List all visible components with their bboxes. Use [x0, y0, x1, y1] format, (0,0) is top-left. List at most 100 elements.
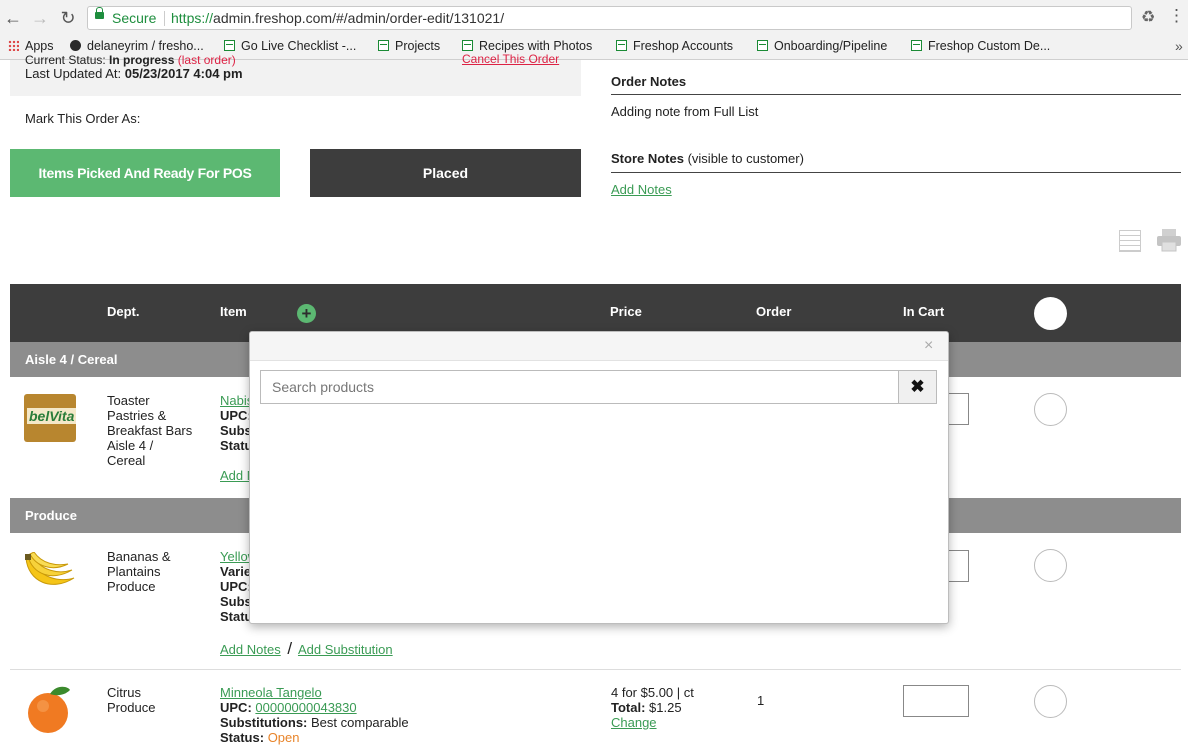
spreadsheet-icon	[616, 40, 627, 51]
apps-grid-icon	[8, 40, 19, 51]
back-arrow-icon[interactable]: ←	[3, 8, 23, 28]
total-label: Total:	[611, 700, 646, 715]
address-bar[interactable]: Secure https://admin.freshop.com/#/admin…	[87, 6, 1132, 30]
url-path: admin.freshop.com/#/admin/order-edit/131…	[213, 10, 505, 26]
bookmark-label: Freshop Accounts	[633, 39, 734, 53]
modal-header: ×	[250, 332, 948, 361]
print-icon[interactable]	[1156, 228, 1182, 252]
bookmark-label: delaneyrim / fresho...	[87, 39, 204, 53]
last-updated: Last Updated At: 05/23/2017 4:04 pm	[25, 66, 243, 81]
in-cart-input[interactable]	[903, 685, 969, 717]
clear-search-icon[interactable]: ✖	[898, 370, 937, 404]
order-qty: 1	[757, 693, 765, 708]
forward-arrow-icon[interactable]: →	[30, 8, 50, 28]
add-store-notes-link[interactable]: Add Notes	[611, 182, 672, 197]
subs-label: Substitutions:	[220, 715, 308, 730]
list-view-icon[interactable]	[1119, 230, 1141, 252]
dept-line: Plantains	[107, 564, 161, 579]
browser-toolbar: ← → ↻ Secure https://admin.freshop.com/#…	[0, 0, 1188, 37]
dept-line: Bananas &	[107, 549, 171, 564]
row-dept: Bananas & Plantains Produce	[107, 549, 171, 594]
bookmarks-overflow-icon[interactable]: »	[1175, 38, 1183, 54]
spreadsheet-icon	[911, 40, 922, 51]
placed-button[interactable]: Placed	[310, 149, 581, 197]
group-title: Aisle 4 / Cereal	[25, 352, 118, 367]
bookmark-label: Apps	[25, 39, 54, 53]
github-icon	[70, 40, 81, 51]
url-text[interactable]: https://admin.freshop.com/#/admin/order-…	[171, 10, 504, 26]
bookmark-github[interactable]: delaneyrim / fresho...	[70, 39, 204, 53]
add-item-plus-icon[interactable]: +	[297, 304, 316, 323]
store-notes-subtitle: (visible to customer)	[687, 151, 804, 166]
dept-line: Pastries &	[107, 408, 167, 423]
bookmark-custom[interactable]: Freshop Custom De...	[911, 39, 1050, 53]
secure-label: Secure	[112, 10, 157, 26]
spreadsheet-icon	[757, 40, 768, 51]
col-dept[interactable]: Dept.	[107, 304, 140, 319]
scroll-clip	[0, 60, 1188, 66]
subs-value: Best comparable	[311, 715, 409, 730]
order-note-text: Adding note from Full List	[611, 104, 759, 119]
upc-label: UPC:	[220, 700, 252, 715]
spreadsheet-icon	[378, 40, 389, 51]
browser-menu-icon[interactable]: ⋮	[1168, 6, 1185, 26]
bookmark-projects[interactable]: Projects	[378, 39, 440, 53]
order-notes-heading: Order Notes	[611, 74, 687, 89]
bookmark-recipes[interactable]: Recipes with Photos	[462, 39, 592, 53]
select-all-toggle[interactable]	[1034, 297, 1067, 330]
orange-thumbnail[interactable]	[26, 684, 74, 734]
dept-line: Breakfast Bars	[107, 423, 193, 438]
items-picked-button[interactable]: Items Picked And Ready For POS	[10, 149, 280, 197]
bookmark-label: Recipes with Photos	[479, 39, 593, 53]
divider	[611, 94, 1181, 95]
bookmark-apps[interactable]: Apps	[8, 39, 54, 53]
col-item[interactable]: Item	[220, 304, 247, 319]
row-price: 4 for $5.00 | ct Total: $1.25 Change	[611, 685, 694, 730]
add-notes-link[interactable]: Add Notes	[220, 642, 281, 657]
dept-line: Cereal	[107, 453, 146, 468]
row-select-toggle[interactable]	[1034, 685, 1067, 718]
last-updated-label: Last Updated At:	[25, 66, 122, 81]
search-products-input[interactable]	[260, 370, 899, 404]
bookmark-go-live[interactable]: Go Live Checklist -...	[224, 39, 356, 53]
change-link[interactable]: Change	[611, 715, 694, 730]
add-substitution-link[interactable]: Add Substitution	[298, 642, 393, 657]
store-notes-title: Store Notes	[611, 151, 684, 166]
lock-icon	[95, 7, 104, 19]
url-separator	[164, 11, 165, 26]
bookmark-accounts[interactable]: Freshop Accounts	[616, 39, 733, 53]
divider	[611, 172, 1181, 173]
dept-line: Citrus	[107, 685, 141, 700]
actions-separator: /	[287, 639, 293, 658]
mark-order-label: Mark This Order As:	[25, 111, 141, 126]
row-select-toggle[interactable]	[1034, 549, 1067, 582]
product-thumbnail[interactable]: belVita	[24, 394, 77, 442]
row-select-toggle[interactable]	[1034, 393, 1067, 426]
dept-line: Produce	[107, 700, 156, 715]
product-thumbnail-text: belVita	[27, 408, 77, 424]
col-in-cart[interactable]: In Cart	[903, 304, 944, 319]
add-product-modal: × ✖	[249, 331, 949, 624]
price-line: 4 for $5.00 | ct	[611, 685, 694, 700]
col-price[interactable]: Price	[610, 304, 642, 319]
dept-line: Toaster	[107, 393, 150, 408]
status-label: Status:	[220, 730, 265, 745]
row-actions: Add Notes / Add Substitution	[220, 639, 393, 659]
bookmark-onboarding[interactable]: Onboarding/Pipeline	[757, 39, 887, 53]
upc-link[interactable]: 00000000043830	[255, 700, 356, 715]
spreadsheet-icon	[224, 40, 235, 51]
row-item: Minneola Tangelo UPC: 00000000043830 Sub…	[220, 685, 409, 745]
bookmark-label: Projects	[395, 39, 441, 53]
col-order[interactable]: Order	[756, 304, 791, 319]
last-updated-value: 05/23/2017 4:04 pm	[124, 66, 243, 81]
close-icon[interactable]: ×	[924, 337, 933, 355]
store-notes-heading: Store Notes (visible to customer)	[611, 151, 804, 166]
status-value: Open	[267, 730, 300, 745]
reload-icon[interactable]: ↻	[58, 8, 78, 28]
banana-thumbnail[interactable]	[22, 552, 78, 594]
extension-icon[interactable]: ♻	[1141, 7, 1155, 27]
bookmark-label: Go Live Checklist -...	[241, 39, 357, 53]
row-dept: Citrus Produce	[107, 685, 155, 715]
dept-line: Produce	[107, 579, 156, 594]
item-link[interactable]: Minneola Tangelo	[220, 685, 409, 700]
